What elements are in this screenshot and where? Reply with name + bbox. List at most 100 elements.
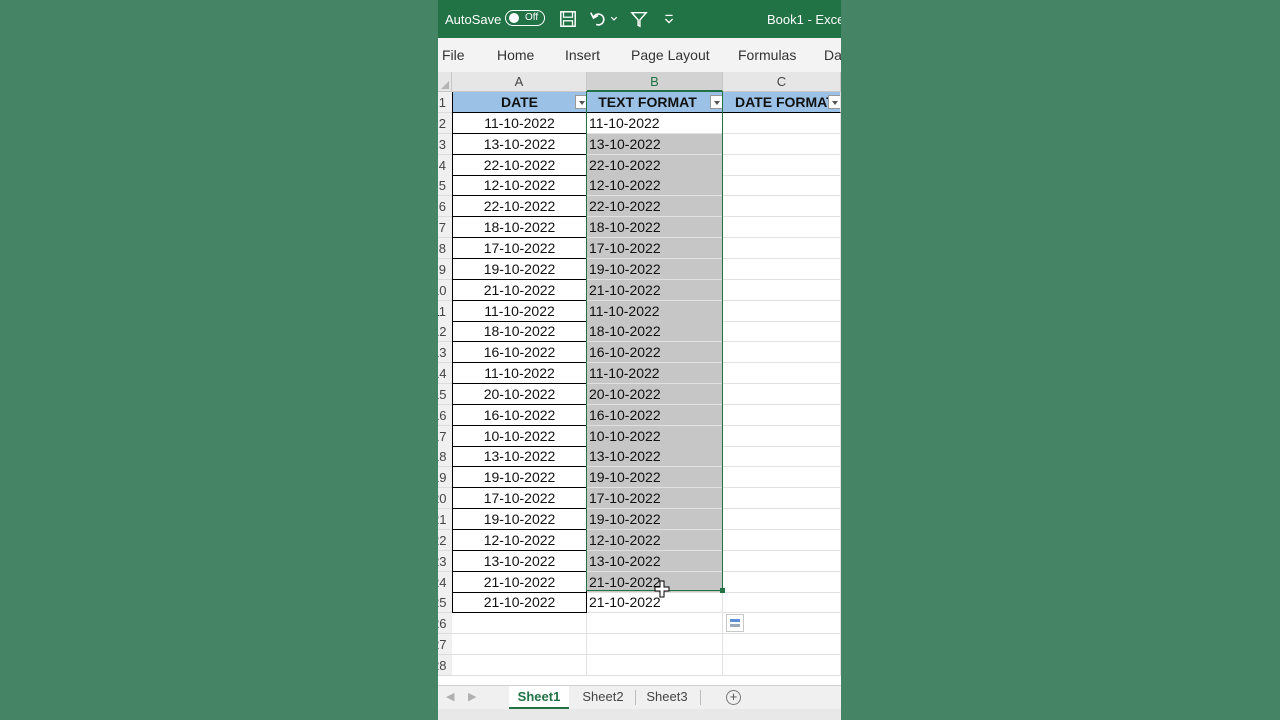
save-icon[interactable]	[558, 10, 578, 28]
date-format-cell[interactable]	[723, 134, 841, 155]
date-cell[interactable]: 13-10-2022	[452, 551, 587, 572]
date-format-cell[interactable]	[723, 384, 841, 405]
date-format-cell[interactable]	[723, 509, 841, 530]
tab-data[interactable]: Data	[824, 47, 841, 63]
empty-cell[interactable]	[587, 613, 723, 634]
row-header[interactable]: 28	[438, 655, 452, 676]
filter-icon[interactable]	[629, 10, 649, 28]
date-format-cell[interactable]	[723, 175, 841, 196]
date-format-cell[interactable]	[723, 363, 841, 384]
empty-cell[interactable]	[452, 634, 587, 655]
row-header[interactable]: 15	[438, 384, 452, 405]
date-cell[interactable]: 11-10-2022	[452, 301, 587, 322]
row-header[interactable]: 16	[438, 405, 452, 426]
date-format-cell[interactable]	[723, 217, 841, 238]
row-header[interactable]: 22	[438, 530, 452, 551]
next-sheet-icon[interactable]: ▶	[468, 690, 476, 703]
row-header[interactable]: 25	[438, 592, 452, 613]
row-header[interactable]: 27	[438, 634, 452, 655]
sheet-tab-sheet3[interactable]: Sheet3	[638, 686, 696, 709]
column-header-c[interactable]: C	[723, 72, 841, 92]
date-format-cell[interactable]	[723, 446, 841, 467]
date-format-cell[interactable]	[723, 488, 841, 509]
text-format-cell[interactable]: 11-10-2022	[587, 363, 723, 384]
date-format-cell[interactable]	[723, 572, 841, 593]
date-cell[interactable]: 19-10-2022	[452, 509, 587, 530]
text-format-cell[interactable]: 13-10-2022	[587, 134, 723, 155]
text-format-cell[interactable]: 20-10-2022	[587, 384, 723, 405]
text-format-cell[interactable]: 12-10-2022	[587, 175, 723, 196]
prev-sheet-icon[interactable]: ◀	[446, 690, 454, 703]
text-format-cell[interactable]: 18-10-2022	[587, 321, 723, 342]
text-format-cell[interactable]: 11-10-2022	[587, 301, 723, 322]
date-cell[interactable]: 11-10-2022	[452, 363, 587, 384]
row-header[interactable]: 9	[438, 259, 452, 280]
date-cell[interactable]: 22-10-2022	[452, 155, 587, 176]
customize-toolbar-icon[interactable]	[662, 10, 676, 28]
date-cell[interactable]: 21-10-2022	[452, 572, 587, 593]
date-cell[interactable]: 13-10-2022	[452, 446, 587, 467]
tab-insert[interactable]: Insert	[565, 47, 600, 63]
row-header[interactable]: 3	[438, 134, 452, 155]
row-header[interactable]: 1	[438, 92, 452, 113]
empty-cell[interactable]	[452, 655, 587, 676]
text-format-cell[interactable]: 17-10-2022	[587, 238, 723, 259]
date-format-cell[interactable]	[723, 280, 841, 301]
row-header[interactable]: 17	[438, 426, 452, 447]
text-format-cell[interactable]: 19-10-2022	[587, 467, 723, 488]
date-cell[interactable]: 16-10-2022	[452, 405, 587, 426]
text-format-cell[interactable]: 16-10-2022	[587, 342, 723, 363]
date-format-cell[interactable]	[723, 467, 841, 488]
text-format-cell[interactable]: 18-10-2022	[587, 217, 723, 238]
date-format-cell[interactable]	[723, 342, 841, 363]
text-format-cell[interactable]: 16-10-2022	[587, 405, 723, 426]
column-header-a[interactable]: A	[452, 72, 587, 92]
date-cell[interactable]: 20-10-2022	[452, 384, 587, 405]
date-cell[interactable]: 18-10-2022	[452, 217, 587, 238]
row-header[interactable]: 24	[438, 572, 452, 593]
date-cell[interactable]: 18-10-2022	[452, 321, 587, 342]
header-cell-text-format[interactable]: TEXT FORMAT	[587, 92, 723, 113]
text-format-cell[interactable]: 17-10-2022	[587, 488, 723, 509]
filter-dropdown-icon[interactable]	[828, 95, 840, 109]
row-header[interactable]: 5	[438, 175, 452, 196]
date-format-cell[interactable]	[723, 551, 841, 572]
empty-cell[interactable]	[587, 655, 723, 676]
row-header[interactable]: 4	[438, 155, 452, 176]
date-cell[interactable]: 17-10-2022	[452, 488, 587, 509]
date-format-cell[interactable]	[723, 113, 841, 134]
undo-icon[interactable]	[588, 10, 608, 28]
tab-page-layout[interactable]: Page Layout	[631, 47, 710, 63]
date-format-cell[interactable]	[723, 301, 841, 322]
text-format-cell[interactable]: 13-10-2022	[587, 551, 723, 572]
tab-home[interactable]: Home	[497, 47, 534, 63]
sheet-tab-sheet1[interactable]: Sheet1	[509, 686, 569, 709]
text-format-cell[interactable]: 22-10-2022	[587, 196, 723, 217]
sheet-tab-sheet2[interactable]: Sheet2	[574, 686, 632, 709]
date-format-cell[interactable]	[723, 259, 841, 280]
empty-cell[interactable]	[452, 613, 587, 634]
date-cell[interactable]: 21-10-2022	[452, 592, 587, 613]
text-format-cell[interactable]: 21-10-2022	[587, 280, 723, 301]
date-cell[interactable]: 12-10-2022	[452, 175, 587, 196]
column-header-b[interactable]: B	[587, 72, 723, 92]
filter-dropdown-icon[interactable]	[575, 95, 586, 109]
date-cell[interactable]: 16-10-2022	[452, 342, 587, 363]
row-header[interactable]: 10	[438, 280, 452, 301]
date-cell[interactable]: 12-10-2022	[452, 530, 587, 551]
row-header[interactable]: 13	[438, 342, 452, 363]
row-header[interactable]: 23	[438, 551, 452, 572]
select-all-corner[interactable]	[438, 72, 452, 92]
date-cell[interactable]: 19-10-2022	[452, 467, 587, 488]
date-format-cell[interactable]	[723, 238, 841, 259]
text-format-cell[interactable]: 22-10-2022	[587, 155, 723, 176]
date-format-cell[interactable]	[723, 426, 841, 447]
row-header[interactable]: 12	[438, 321, 452, 342]
date-format-cell[interactable]	[723, 196, 841, 217]
date-format-cell[interactable]	[723, 530, 841, 551]
empty-cell[interactable]	[587, 634, 723, 655]
row-header[interactable]: 8	[438, 238, 452, 259]
row-header[interactable]: 7	[438, 217, 452, 238]
text-format-cell[interactable]: 11-10-2022	[587, 113, 723, 134]
date-format-cell[interactable]	[723, 155, 841, 176]
